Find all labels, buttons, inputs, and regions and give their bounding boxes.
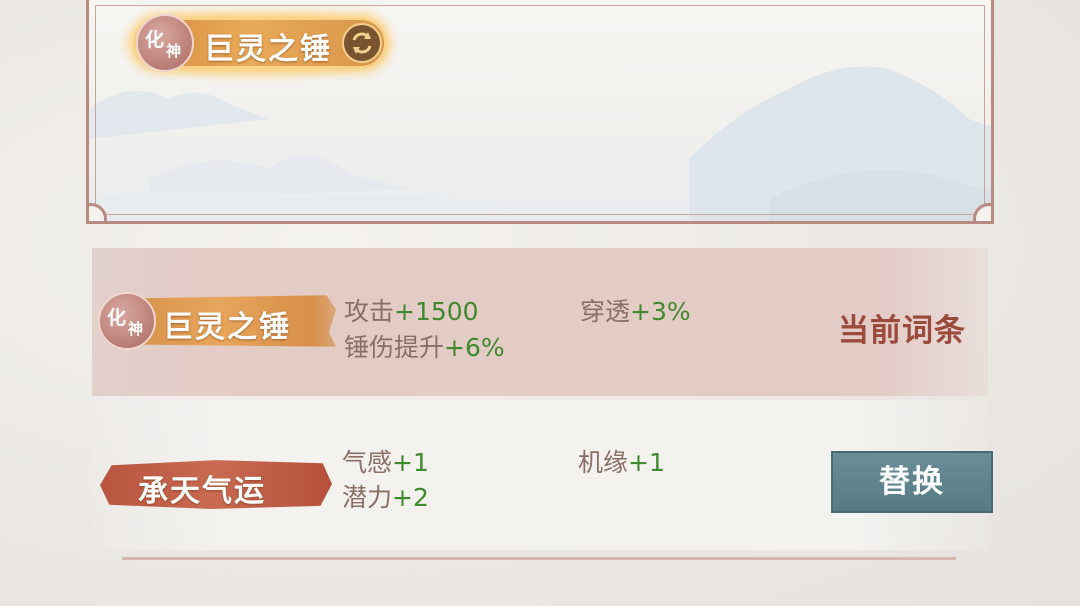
rank-badge: 化 神 — [136, 14, 194, 72]
alt-entry-name: 承天气运 — [138, 474, 266, 509]
stat-label: 穿透 — [580, 297, 631, 326]
stat-jiyuan: 机缘+1 — [578, 443, 665, 479]
stat-label: 锤伤提升 — [344, 333, 445, 362]
current-entry-status: 当前词条 — [838, 313, 966, 349]
rank-badge: 化 神 — [98, 292, 156, 350]
stat-qianli: 潜力+2 — [342, 478, 429, 514]
stat-label: 气感 — [342, 448, 393, 477]
stat-value: +2 — [392, 483, 429, 512]
stat-value: +1 — [392, 448, 429, 477]
stat-value: +3% — [630, 297, 691, 326]
rank-char: 神 — [128, 320, 144, 338]
stat-label: 攻击 — [344, 297, 395, 326]
stat-value: +6% — [444, 333, 505, 362]
rank-char: 化 — [145, 29, 165, 51]
stat-value: +1 — [628, 448, 665, 477]
replace-button[interactable]: 替换 — [831, 451, 993, 513]
rank-char: 神 — [166, 42, 182, 60]
stat-attack: 攻击+1500 — [344, 292, 479, 328]
stat-value: +1500 — [394, 297, 479, 326]
refresh-icon[interactable] — [342, 23, 382, 63]
preview-skill-name: 巨灵之锤 — [204, 32, 332, 67]
stat-qigan: 气感+1 — [342, 443, 429, 479]
stat-penetration: 穿透+3% — [580, 292, 691, 328]
rank-char: 化 — [107, 307, 127, 329]
current-entry-name: 巨灵之锤 — [163, 310, 291, 345]
entry-replace-panel: 化 神 巨灵之锤 化 神 巨灵之锤 攻击+1500 穿透+3% 锤伤提升+6% … — [0, 0, 1080, 606]
stat-hammer-damage: 锤伤提升+6% — [344, 328, 505, 364]
divider — [122, 557, 956, 560]
stat-label: 机缘 — [578, 448, 629, 477]
stat-label: 潜力 — [342, 483, 393, 512]
